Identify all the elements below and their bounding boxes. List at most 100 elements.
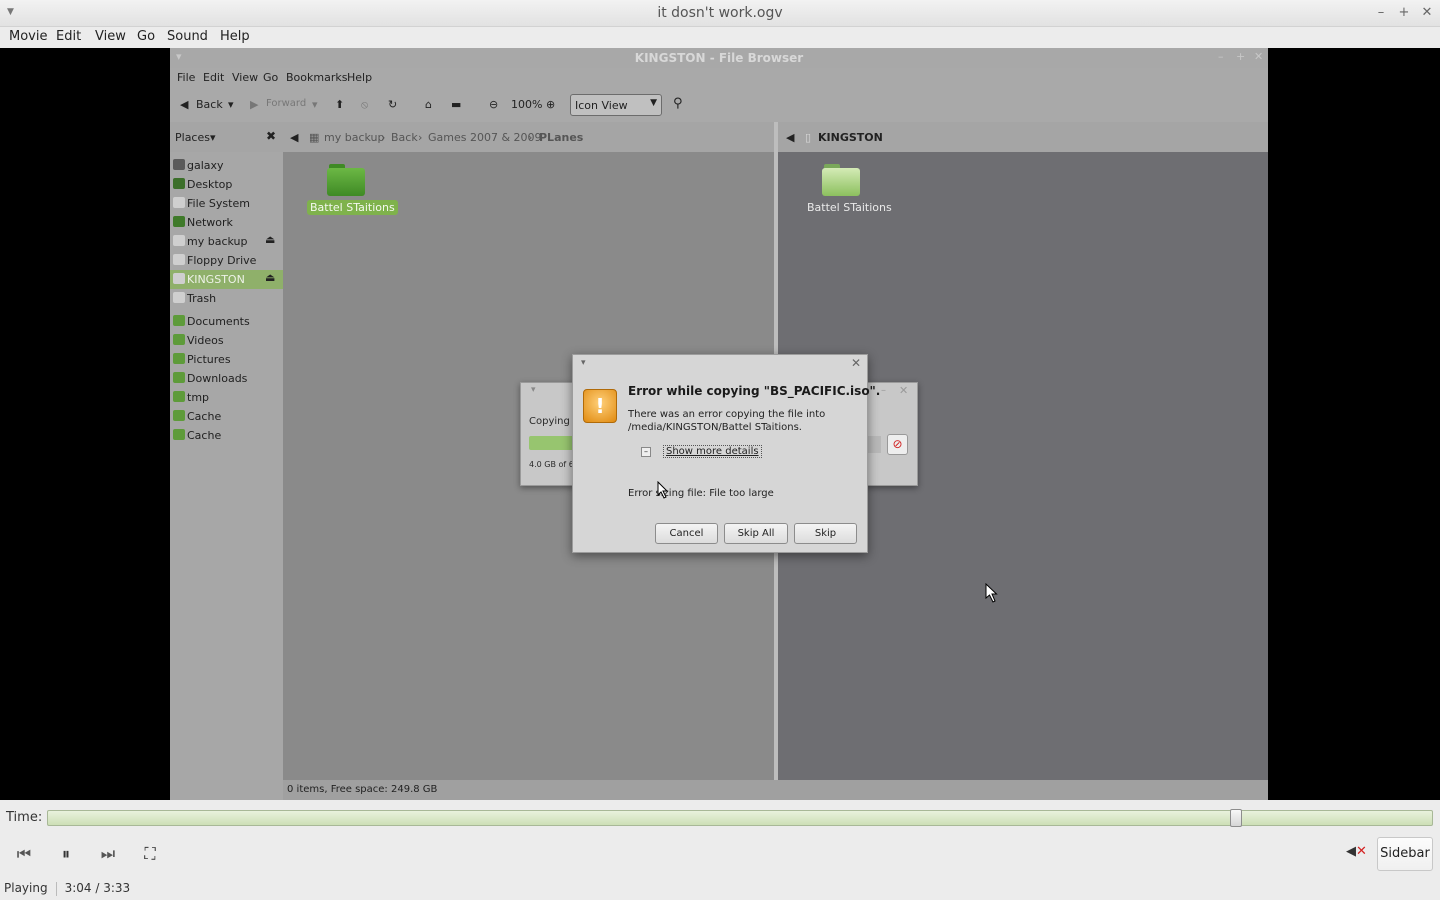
free-space-text: 0 items, Free space: 249.8 GB — [287, 784, 438, 795]
path-segment-4: PLanes — [539, 131, 584, 144]
pause-icon[interactable]: ⏸ — [54, 844, 78, 864]
place-pictures: Pictures — [170, 350, 283, 369]
place-videos: Videos — [170, 331, 283, 350]
cancel-button: Cancel — [655, 523, 718, 544]
progress-bar-end — [867, 436, 881, 453]
copy-amount: 4.0 GB of 6 — [529, 460, 574, 469]
error-message: There was an error copying the file into… — [628, 409, 826, 433]
path-kingston: KINGSTON — [818, 131, 883, 144]
up-arrow-icon: ⬆ — [335, 98, 345, 111]
maximize-icon[interactable]: + — [1396, 5, 1412, 20]
place-kingston: KINGSTON ⏏ — [170, 270, 283, 289]
cursor-icon — [985, 583, 998, 603]
places-label: Places▾ — [175, 131, 216, 144]
place-label: Pictures — [187, 353, 231, 366]
close-icon[interactable]: ✕ — [1419, 5, 1435, 20]
progress-menu-icon: ▾ — [531, 385, 536, 395]
warning-icon: ! — [583, 389, 617, 423]
place-icon — [173, 254, 185, 265]
time-label: Time: — [6, 810, 43, 825]
place-downloads: Downloads — [170, 369, 283, 388]
volume-muted-icon[interactable]: ◀✕ — [1346, 844, 1367, 859]
place-network: Network — [170, 213, 283, 232]
place-icon — [173, 429, 185, 440]
show-details-label: Show more details — [663, 445, 762, 458]
right-folder-label: Battel STaitions — [807, 201, 892, 214]
place-icon — [173, 216, 185, 227]
view-selector-label: Icon View — [575, 99, 628, 112]
seek-handle[interactable] — [1230, 809, 1242, 827]
menu-go[interactable]: Go — [137, 29, 155, 44]
place-icon — [173, 353, 185, 364]
places-sidebar: galaxy Desktop File System Network my backup… — [170, 152, 283, 800]
copy-progress-bar — [529, 436, 577, 450]
video-frame-file-browser: ▾ KINGSTON - File Browser – + ✕ File Edi… — [170, 48, 1268, 800]
place-cache: Cache — [170, 407, 283, 426]
dialog-menu-icon: ▾ — [581, 358, 586, 368]
progress-minimize-icon: – — [881, 385, 886, 396]
place-icon — [173, 197, 185, 208]
place-label: galaxy — [187, 159, 224, 172]
left-folder-label: Battel STaitions — [307, 200, 398, 215]
menu-edit[interactable]: Edit — [56, 29, 81, 44]
place-label: Cache — [187, 429, 222, 442]
cancel-copy-icon: ⊘ — [887, 434, 908, 455]
title-bar: ▼ it dosn't work.ogv – + ✕ — [0, 0, 1440, 27]
progress-close-icon: ✕ — [899, 384, 909, 397]
minimize-icon[interactable]: – — [1373, 5, 1389, 20]
player-controls: Time: ⏮ ⏸ ⏭ ⛶ ◀✕ Sidebar Playing 3:04 / 3… — [0, 800, 1440, 900]
path-sep-icon: › — [418, 131, 423, 144]
folder-icon — [822, 164, 860, 196]
playback-status: Playing — [4, 881, 48, 895]
home-icon: ⌂ — [425, 98, 432, 111]
folder-icon — [327, 164, 365, 196]
skip-button: Skip — [794, 523, 857, 544]
path-segment-2: Back — [391, 131, 418, 144]
seek-bar[interactable] — [47, 809, 1433, 827]
search-icon: ⚲ — [673, 96, 683, 111]
fullscreen-icon[interactable]: ⛶ — [138, 844, 162, 864]
right-pathbar: ◀ ▯ KINGSTON — [778, 122, 1268, 152]
file-browser-status: 0 items, Free space: 249.8 GB — [283, 780, 1268, 800]
place-icon — [173, 292, 185, 303]
path-back-icon: ◀ — [786, 131, 795, 144]
places-close-icon: ✖ — [266, 129, 277, 143]
path-segment-1: my backup — [324, 131, 385, 144]
menu-view[interactable]: View — [95, 29, 126, 44]
sidebar-button[interactable]: Sidebar — [1377, 837, 1433, 871]
place-icon — [173, 372, 185, 383]
error-dialog: ▾ ✕ ! Error while copying "BS_PACIFIC.is… — [572, 354, 880, 553]
place-my-backup: my backup ⏏ — [170, 232, 283, 251]
fb-menu-go: Go — [263, 71, 279, 84]
menu-movie[interactable]: Movie — [9, 29, 47, 44]
computer-icon: ▬ — [451, 98, 462, 111]
place-label: Floppy Drive — [187, 254, 257, 267]
stop-icon: ⦸ — [361, 98, 369, 111]
place-label: Documents — [187, 315, 250, 328]
playback-time: 3:04 / 3:33 — [64, 881, 131, 895]
place-floppy-drive: Floppy Drive — [170, 251, 283, 270]
place-tmp: tmp — [170, 388, 283, 407]
place-icon — [173, 315, 185, 326]
window-title: it dosn't work.ogv — [657, 5, 783, 21]
place-label: Desktop — [187, 178, 233, 191]
menu-help[interactable]: Help — [220, 29, 250, 44]
error-heading: Error while copying "BS_PACIFIC.iso". — [628, 384, 881, 398]
forward-label: Forward — [266, 98, 307, 109]
dialog-header: ▾ ✕ — [573, 355, 867, 373]
path-segment-3: Games 2007 & 2009 — [428, 131, 542, 144]
place-icon — [173, 178, 185, 189]
place-label: Downloads — [187, 372, 248, 385]
place-label: Trash — [187, 292, 217, 305]
fb-menu-file: File — [177, 71, 196, 84]
place-label: tmp — [187, 391, 210, 404]
reload-icon: ↻ — [388, 98, 398, 111]
next-icon[interactable]: ⏭ — [96, 844, 120, 864]
zoom-out-icon: ⊖ — [489, 98, 499, 111]
forward-dropdown-icon: ▾ — [312, 98, 318, 111]
menu-sound[interactable]: Sound — [167, 29, 208, 44]
zoom-in-icon: ⊕ — [546, 98, 556, 111]
previous-icon[interactable]: ⏮ — [12, 844, 36, 864]
place-documents: Documents — [170, 312, 283, 331]
path-sep-icon: › — [528, 131, 533, 144]
